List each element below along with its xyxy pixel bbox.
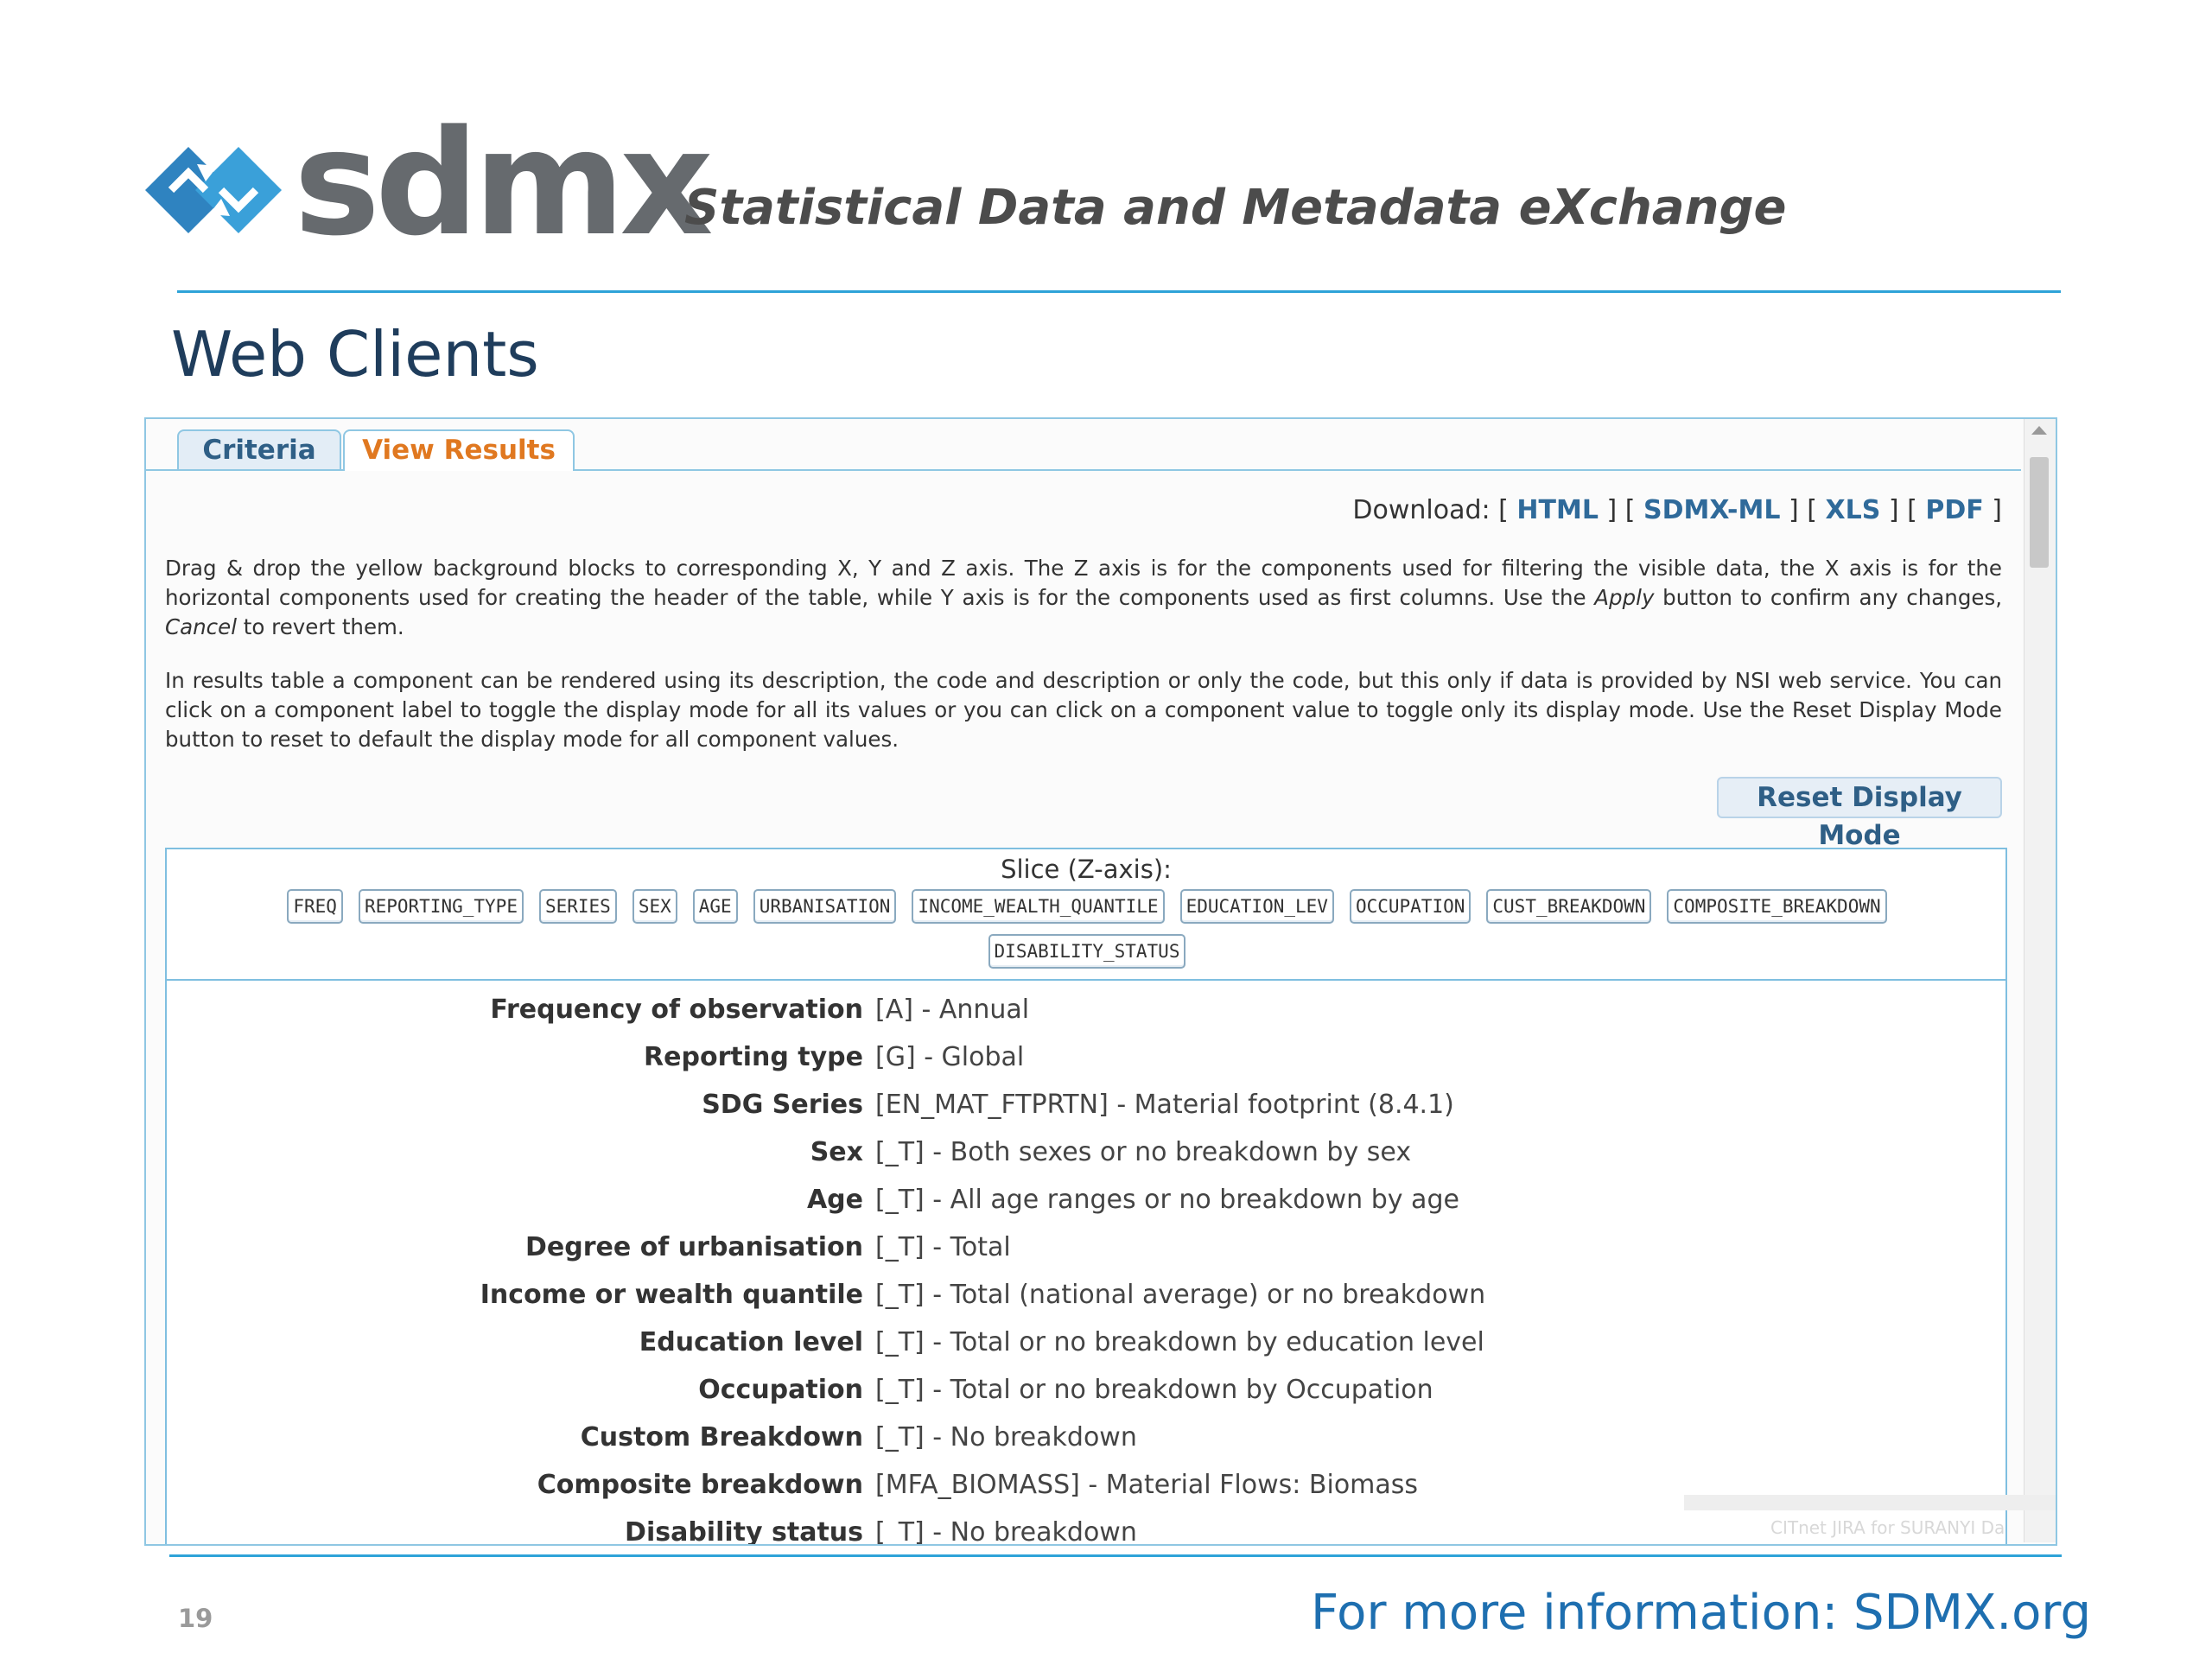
table-row: Degree of urbanisation [_T] - Total bbox=[167, 1224, 2005, 1271]
table-row: Occupation [_T] - Total or no breakdown b… bbox=[167, 1366, 2005, 1414]
slice-chip-education-lev[interactable]: EDUCATION_LEV bbox=[1179, 889, 1334, 924]
scrollbar-thumb[interactable] bbox=[2030, 457, 2049, 568]
slice-chip-income-wealth-quantile[interactable]: INCOME_WEALTH_QUANTILE bbox=[912, 889, 1165, 924]
download-html-link[interactable]: HTML bbox=[1516, 495, 1599, 525]
slice-chip-age[interactable]: AGE bbox=[692, 889, 738, 924]
slice-divider bbox=[167, 979, 2005, 981]
header-divider bbox=[177, 290, 2061, 293]
slice-chip-occupation[interactable]: OCCUPATION bbox=[1349, 889, 1471, 924]
tab-bar: Criteria View Results bbox=[146, 429, 2021, 471]
download-label: Download: bbox=[1352, 495, 1491, 525]
logo-tagline: Statistical Data and Metadata eXchange bbox=[684, 180, 1787, 236]
faded-notification-bar bbox=[1684, 1495, 2056, 1510]
component-value[interactable]: [A] - Annual bbox=[875, 995, 1029, 1025]
download-xls-link[interactable]: XLS bbox=[1825, 495, 1880, 525]
instructions-display-mode: In results table a component can be rend… bbox=[165, 668, 2002, 752]
component-label[interactable]: Degree of urbanisation bbox=[525, 1232, 863, 1262]
component-label[interactable]: Frequency of observation bbox=[490, 995, 863, 1025]
slice-chip-cust-breakdown[interactable]: CUST_BREAKDOWN bbox=[1486, 889, 1652, 924]
instructions-apply-term: Apply bbox=[1594, 585, 1655, 610]
component-value[interactable]: [_T] - No breakdown bbox=[875, 1422, 1137, 1452]
component-label[interactable]: Sex bbox=[810, 1137, 863, 1167]
slice-chip-sex[interactable]: SEX bbox=[632, 889, 677, 924]
table-row: Income or wealth quantile [_T] - Total (n… bbox=[167, 1271, 2005, 1319]
tab-criteria[interactable]: Criteria bbox=[177, 429, 341, 469]
component-value[interactable]: [_T] - Total or no breakdown by educatio… bbox=[875, 1327, 1484, 1357]
table-row: SDG Series [EN_MAT_FTPRTN] - Material foo… bbox=[167, 1081, 2005, 1128]
table-row: Frequency of observation [A] - Annual bbox=[167, 986, 2005, 1033]
table-row: Sex [_T] - Both sexes or no breakdown by … bbox=[167, 1128, 2005, 1176]
component-value[interactable]: [G] - Global bbox=[875, 1042, 1024, 1072]
component-label[interactable]: Income or wealth quantile bbox=[480, 1280, 863, 1310]
more-info-link[interactable]: For more information: SDMX.org bbox=[1311, 1585, 2091, 1641]
slice-chip-disability-status[interactable]: DISABILITY_STATUS bbox=[988, 934, 1186, 969]
footer-divider bbox=[169, 1554, 2062, 1557]
faded-notification-text: CITnet JIRA for SURANYI Da bbox=[1770, 1517, 2005, 1538]
web-client-panel: Criteria View Results Download: [ HTML ]… bbox=[144, 417, 2057, 1546]
reset-display-mode-button[interactable]: Reset Display Mode bbox=[1717, 777, 2002, 851]
table-row: Reporting type [G] - Global bbox=[167, 1033, 2005, 1081]
instructions-drag-drop: Drag & drop the yellow background blocks… bbox=[165, 554, 2002, 642]
component-value[interactable]: [_T] - Total (national average) or no br… bbox=[875, 1280, 1485, 1310]
component-value[interactable]: [MFA_BIOMASS] - Material Flows: Biomass bbox=[875, 1470, 1418, 1500]
component-label[interactable]: Occupation bbox=[698, 1375, 863, 1405]
download-bar: Download: [ HTML ] [ SDMX-ML ] [ XLS ] [… bbox=[1352, 495, 2002, 525]
results-table: Slice (Z-axis): FREQ REPORTING_TYPE SERI… bbox=[165, 848, 2007, 1544]
sdmx-logo: sdmx Statistical Data and Metadata eXcha… bbox=[145, 111, 1787, 256]
component-label[interactable]: SDG Series bbox=[702, 1090, 863, 1120]
slice-axis-title: Slice (Z-axis): bbox=[1001, 855, 1172, 884]
download-sdmx-ml-link[interactable]: SDMX-ML bbox=[1643, 495, 1780, 525]
instructions-cancel-term: Cancel bbox=[165, 614, 237, 639]
table-row: Education level [_T] - Total or no breakd… bbox=[167, 1319, 2005, 1366]
component-label[interactable]: Disability status bbox=[625, 1517, 863, 1544]
slice-values: Frequency of observation [A] - Annual Rep… bbox=[167, 986, 2005, 1544]
vertical-scrollbar[interactable] bbox=[2024, 419, 2056, 1542]
component-value[interactable]: [_T] - Both sexes or no breakdown by sex bbox=[875, 1137, 1411, 1167]
slice-chip-freq[interactable]: FREQ bbox=[287, 889, 343, 924]
scroll-up-arrow-icon[interactable] bbox=[2031, 426, 2047, 435]
component-value[interactable]: [_T] - No breakdown bbox=[875, 1517, 1137, 1544]
table-row: Age [_T] - All age ranges or no breakdown… bbox=[167, 1176, 2005, 1224]
slice-chip-reporting-type[interactable]: REPORTING_TYPE bbox=[358, 889, 524, 924]
component-label[interactable]: Custom Breakdown bbox=[581, 1422, 863, 1452]
component-label[interactable]: Reporting type bbox=[644, 1042, 863, 1072]
component-label[interactable]: Composite breakdown bbox=[537, 1470, 863, 1500]
slice-chip-list: FREQ REPORTING_TYPE SERIES SEX AGE URBAN… bbox=[227, 889, 1947, 969]
instructions-text-c: to revert them. bbox=[237, 614, 404, 639]
slice-chip-series[interactable]: SERIES bbox=[538, 889, 617, 924]
sdmx-logo-mark-icon bbox=[145, 147, 282, 233]
download-pdf-link[interactable]: PDF bbox=[1925, 495, 1983, 525]
table-row: Custom Breakdown [_T] - No breakdown bbox=[167, 1414, 2005, 1461]
component-label[interactable]: Age bbox=[807, 1185, 863, 1215]
tab-view-results[interactable]: View Results bbox=[343, 429, 575, 471]
slice-chip-urbanisation[interactable]: URBANISATION bbox=[753, 889, 897, 924]
slice-chip-composite-breakdown[interactable]: COMPOSITE_BREAKDOWN bbox=[1667, 889, 1887, 924]
slide-title: Web Clients bbox=[171, 318, 539, 391]
component-value[interactable]: [_T] - Total bbox=[875, 1232, 1011, 1262]
component-value[interactable]: [EN_MAT_FTPRTN] - Material footprint (8.… bbox=[875, 1090, 1454, 1120]
instructions-text-b: button to confirm any changes, bbox=[1654, 585, 2003, 610]
component-value[interactable]: [_T] - Total or no breakdown by Occupati… bbox=[875, 1375, 1433, 1405]
faded-notification: CITnet JIRA for SURANYI Da bbox=[1684, 1495, 2056, 1544]
component-value[interactable]: [_T] - All age ranges or no breakdown by… bbox=[875, 1185, 1459, 1215]
logo-wordmark: sdmx bbox=[294, 99, 714, 268]
page-number: 19 bbox=[178, 1604, 213, 1633]
component-label[interactable]: Education level bbox=[639, 1327, 863, 1357]
